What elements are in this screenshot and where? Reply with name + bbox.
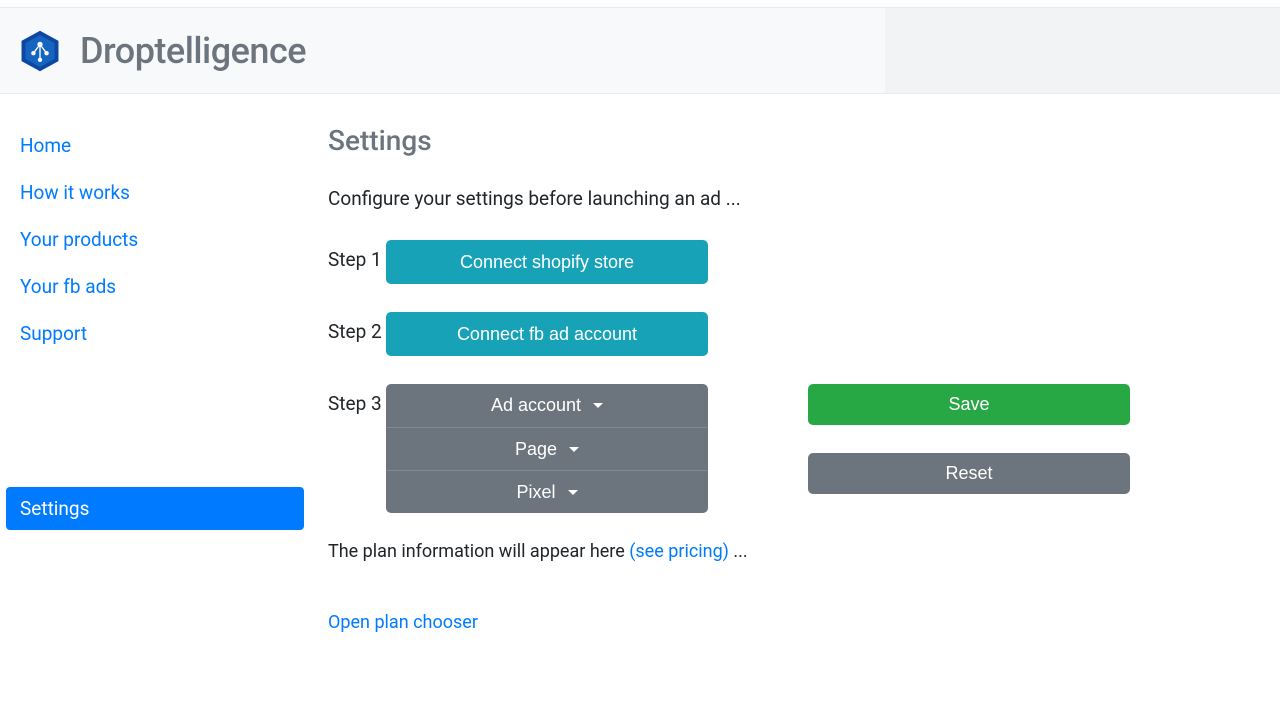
main-content: Settings Configure your settings before … [310,124,1280,633]
step-3-dropdowns: Ad account Page Pixel [386,384,708,513]
step-3-row: Step 3 Ad account Page Pixel Save Reset [328,384,1240,513]
step-2-label: Step 2 [328,312,386,343]
plan-text-prefix: The plan information will appear here [328,541,629,562]
save-button[interactable]: Save [808,384,1130,425]
page-title: Settings [328,124,1240,157]
pixel-dropdown[interactable]: Pixel [386,470,708,513]
chevron-down-icon [569,447,579,452]
page-dropdown-label: Page [515,439,557,460]
nav-item-how-it-works[interactable]: How it works [6,171,304,214]
nav-item-settings[interactable]: Settings [6,487,304,530]
nav-item-support[interactable]: Support [6,312,304,355]
open-plan-chooser-link[interactable]: Open plan chooser [328,612,478,633]
connect-shopify-button[interactable]: Connect shopify store [386,240,708,284]
intro-text: Configure your settings before launching… [328,187,1240,210]
chevron-down-icon [593,403,603,408]
nav-spacer [6,359,304,487]
see-pricing-link[interactable]: (see pricing) [629,541,729,562]
brand-title: Droptelligence [80,30,306,72]
ad-account-dropdown-label: Ad account [491,395,581,416]
step-1-label: Step 1 [328,240,386,271]
chevron-down-icon [568,490,578,495]
page-dropdown[interactable]: Page [386,427,708,470]
action-buttons-column: Save Reset [808,384,1130,494]
droptelligence-logo-icon [18,29,62,73]
plan-text-suffix: ... [729,541,748,562]
nav-item-your-products[interactable]: Your products [6,218,304,261]
reset-button[interactable]: Reset [808,453,1130,494]
sidebar-nav: Home How it works Your products Your fb … [0,124,310,633]
pixel-dropdown-label: Pixel [516,482,555,503]
ad-account-dropdown[interactable]: Ad account [386,384,708,427]
nav-item-your-fb-ads[interactable]: Your fb ads [6,265,304,308]
header-right-region [885,8,1280,93]
app-header: Droptelligence [0,8,1280,94]
window-top-border [0,0,1280,8]
step-2-row: Step 2 Connect fb ad account [328,312,1240,356]
nav-item-home[interactable]: Home [6,124,304,167]
step-1-row: Step 1 Connect shopify store [328,240,1240,284]
body-wrap: Home How it works Your products Your fb … [0,94,1280,633]
plan-info-text: The plan information will appear here (s… [328,541,1240,562]
step-3-label: Step 3 [328,384,386,415]
connect-fb-ad-account-button[interactable]: Connect fb ad account [386,312,708,356]
